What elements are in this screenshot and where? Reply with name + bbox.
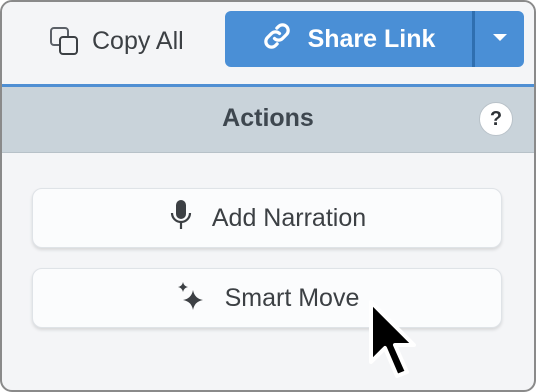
actions-panel: Copy All Share Link Actions ? Add Narrat…: [0, 0, 536, 392]
smart-move-label: Smart Move: [224, 283, 360, 312]
help-button[interactable]: ?: [479, 102, 513, 136]
copy-icon: [48, 25, 80, 57]
add-narration-label: Add Narration: [211, 203, 367, 232]
microphone-icon: [168, 198, 194, 239]
copy-all-button[interactable]: Copy All: [48, 22, 184, 60]
share-link-button[interactable]: Share Link: [225, 11, 472, 67]
actions-header: Actions: [2, 87, 534, 153]
sparkles-icon: [175, 280, 207, 317]
share-link-group: Share Link: [225, 11, 524, 67]
help-label: ?: [489, 107, 503, 130]
actions-title: Actions: [222, 104, 314, 132]
link-icon: [262, 21, 292, 58]
add-narration-button[interactable]: Add Narration: [32, 188, 502, 248]
share-options-dropdown[interactable]: [475, 11, 524, 67]
share-link-label: Share Link: [307, 24, 436, 53]
smart-move-button[interactable]: Smart Move: [32, 268, 502, 328]
caret-down-icon: [492, 30, 508, 48]
toolbar: Copy All Share Link: [2, 2, 534, 87]
copy-all-label: Copy All: [92, 26, 184, 55]
